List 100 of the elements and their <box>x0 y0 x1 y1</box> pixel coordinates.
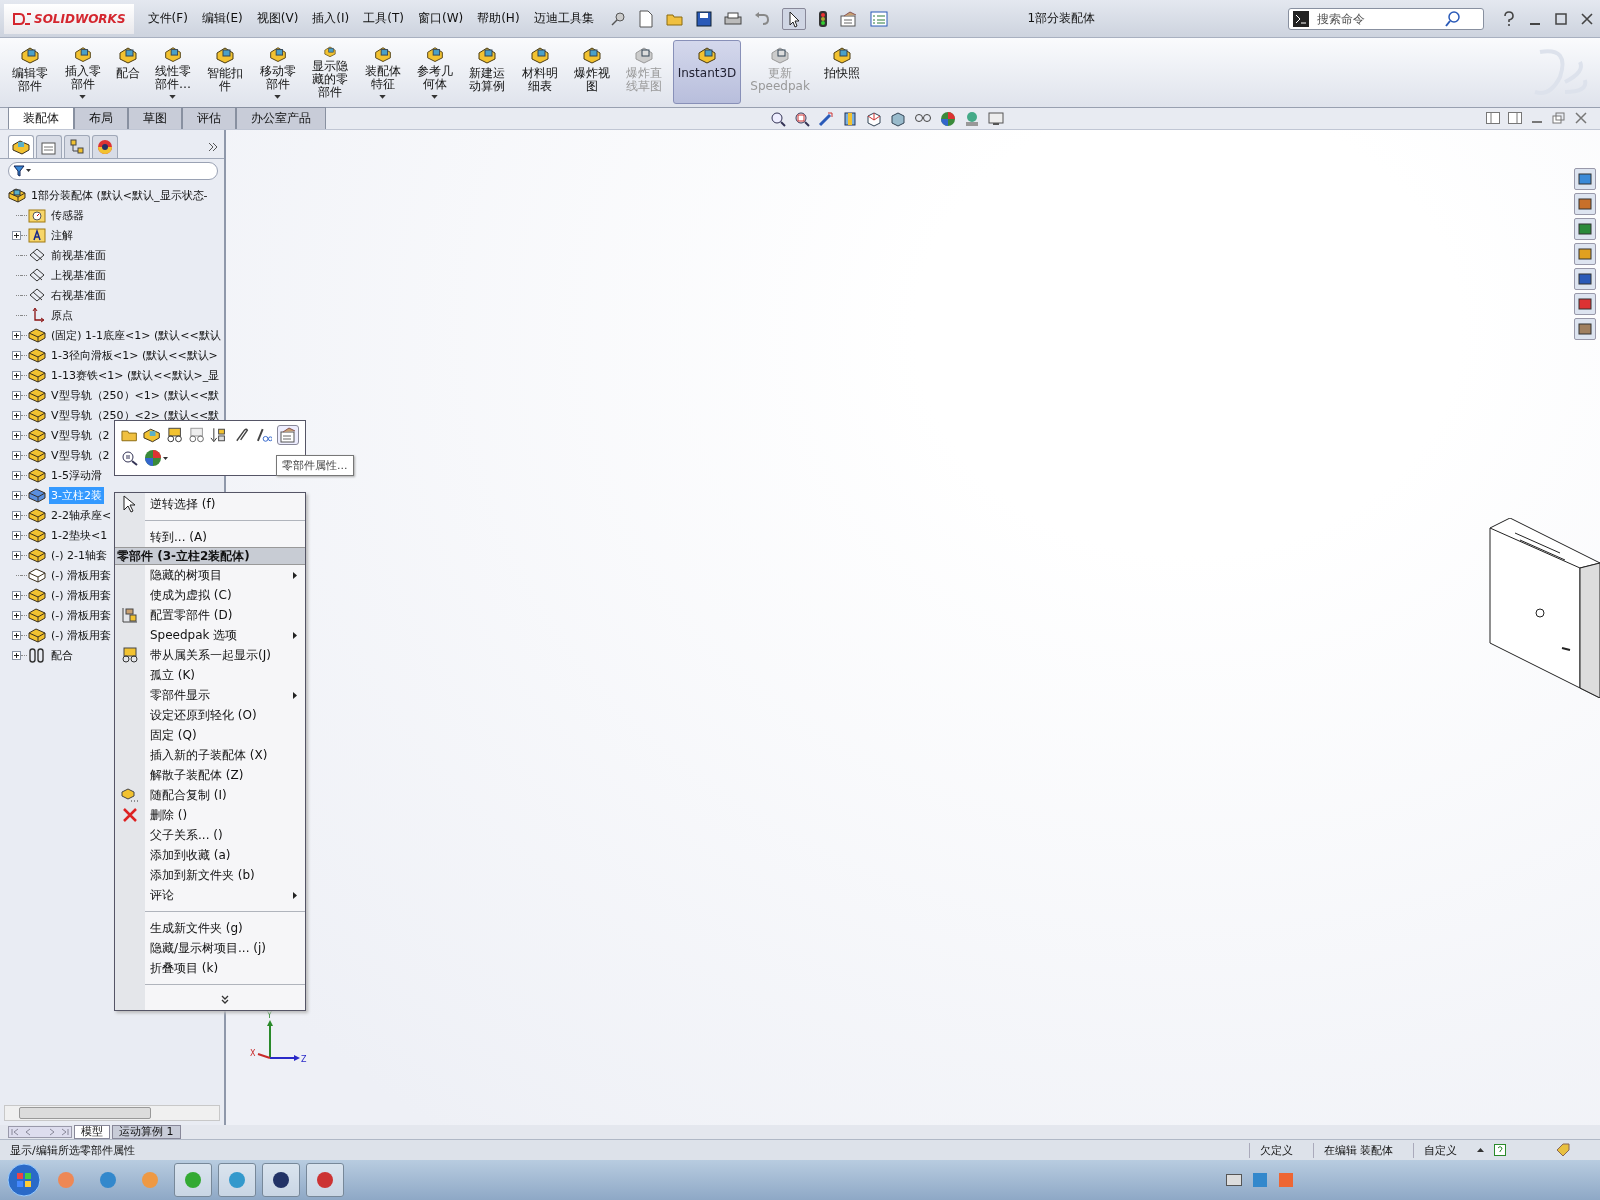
tree-item[interactable]: (-) 滑板用套 <box>49 586 114 604</box>
ribbon-button[interactable]: 新建运动算例 <box>463 40 512 104</box>
component-properties-button[interactable] <box>276 425 299 445</box>
sort-arrow-icon[interactable] <box>210 427 228 443</box>
tree-item[interactable]: (-) 滑板用套 <box>49 566 114 584</box>
menu-item[interactable]: 迈迪工具集 <box>529 8 598 29</box>
part-icon[interactable] <box>143 427 161 443</box>
tree-item[interactable]: (-) 滑板用套 <box>49 626 114 644</box>
ribbon-button[interactable]: 装配体特征 <box>358 40 407 104</box>
expand-toggle[interactable] <box>12 430 21 440</box>
expand-toggle[interactable] <box>12 470 21 480</box>
expand-toggle[interactable] <box>12 410 21 420</box>
tree-item[interactable]: 注解 <box>49 226 75 244</box>
tree-item[interactable]: 原点 <box>49 306 75 324</box>
menu-item[interactable]: 编辑(E) <box>197 8 247 29</box>
traffic-light-icon[interactable] <box>817 9 828 28</box>
task-pane-tab[interactable] <box>1574 218 1596 240</box>
command-tab[interactable]: 办公室产品 <box>236 107 326 129</box>
tree-item[interactable]: (-) 2-1轴套 <box>49 546 109 564</box>
tree-item[interactable]: 配合 <box>49 646 75 664</box>
pane-left-icon[interactable] <box>1486 112 1500 124</box>
menu-item[interactable]: 固定 (Q) <box>145 726 197 744</box>
menu-item[interactable]: 零部件显示 <box>145 686 210 704</box>
tree-item[interactable]: 1-13赛铁<1> (默认<<默认>_显 <box>49 366 222 384</box>
save-icon[interactable] <box>695 10 712 27</box>
pencil-arrows-icon[interactable] <box>818 111 834 127</box>
maximize-icon[interactable] <box>1554 11 1568 26</box>
caret-icon[interactable] <box>79 95 87 99</box>
menu-item[interactable]: 添加到新文件夹 (b) <box>145 866 255 884</box>
task-pane-tab[interactable] <box>1574 318 1596 340</box>
show-part-icon[interactable] <box>165 427 183 443</box>
filter-field[interactable] <box>8 162 218 180</box>
expand-chevron-icon[interactable] <box>221 995 229 1005</box>
taskbar-button[interactable] <box>306 1163 344 1197</box>
command-tab[interactable]: 草图 <box>128 107 182 129</box>
menu-item[interactable]: 转到... (A) <box>145 528 207 546</box>
tag-icon[interactable] <box>1556 1143 1570 1157</box>
menu-item[interactable]: 逆转选择 (f) <box>145 495 216 513</box>
ribbon-button[interactable]: Instant3D <box>672 40 742 104</box>
zoom-fit-icon[interactable] <box>770 111 786 127</box>
appearance-sphere-icon[interactable] <box>940 111 956 127</box>
new-document-icon[interactable] <box>637 9 654 28</box>
caret-icon[interactable] <box>1477 1148 1484 1152</box>
display-style-icon[interactable] <box>890 111 906 127</box>
keyboard-icon[interactable] <box>1226 1174 1242 1186</box>
menu-item[interactable]: 带从属关系一起显示(J) <box>145 646 271 664</box>
tree-item[interactable]: V型导轨（2 <box>49 446 112 464</box>
ribbon-button[interactable]: 编辑零部件 <box>6 40 55 104</box>
menu-item[interactable]: 隐藏/显示树项目... (j) <box>145 939 266 957</box>
expand-toggle[interactable] <box>12 350 21 360</box>
tree-item[interactable]: V型导轨（2 <box>49 426 112 444</box>
ribbon-button[interactable]: 移动零部件 <box>253 40 302 104</box>
zoom-to-selection-icon[interactable] <box>121 450 139 466</box>
start-button[interactable] <box>6 1162 42 1198</box>
expand-toggle[interactable] <box>12 490 21 500</box>
double-chevron-icon[interactable] <box>208 142 218 152</box>
menu-item[interactable]: 使成为虚拟 (C) <box>145 586 232 604</box>
caret-icon[interactable] <box>431 95 439 99</box>
menu-item[interactable]: 折叠项目 (k) <box>145 959 219 977</box>
menu-item[interactable]: 隐藏的树项目 <box>145 566 222 584</box>
caret-icon[interactable] <box>169 95 177 99</box>
menu-item[interactable]: 生成新文件夹 (g) <box>145 919 243 937</box>
task-pane-tab[interactable] <box>1574 168 1596 190</box>
command-tab[interactable]: 布局 <box>74 107 128 129</box>
units-selector[interactable]: 自定义 <box>1413 1142 1467 1158</box>
expand-toggle[interactable] <box>12 390 21 400</box>
ribbon-button[interactable]: 拍快照 <box>818 40 865 104</box>
ribbon-button[interactable]: 插入零部件 <box>58 40 107 104</box>
task-pane-tab[interactable] <box>1574 268 1596 290</box>
help-icon[interactable] <box>1502 10 1516 27</box>
model-tab[interactable]: 模型 <box>74 1125 110 1139</box>
menu-item[interactable]: 窗口(W) <box>413 8 468 29</box>
menu-item[interactable]: 随配合复制 (I) <box>145 786 227 804</box>
menu-item[interactable]: 工具(T) <box>359 8 408 29</box>
tree-item[interactable]: 1-2垫块<1 <box>49 526 110 544</box>
menu-item[interactable]: 孤立 (K) <box>145 666 196 684</box>
view-orientation-icon[interactable] <box>866 111 882 127</box>
expand-toggle[interactable] <box>12 230 21 240</box>
ribbon-button[interactable]: 显示隐藏的零部件 <box>305 40 355 104</box>
tree-item[interactable]: V型导轨（250）<2> (默认<<默 <box>49 406 222 424</box>
tree-item[interactable]: 1-5浮动滑 <box>49 466 104 484</box>
select-cursor-icon[interactable] <box>781 7 806 30</box>
ribbon-button[interactable]: 智能扣件 <box>201 40 250 104</box>
expand-toggle[interactable] <box>12 610 21 620</box>
tree-item[interactable]: 1-3径向滑板<1> (默认<<默认> <box>49 346 220 364</box>
tree-item[interactable]: 1部分装配体 (默认<默认_显示状态- <box>29 186 210 204</box>
close-icon[interactable] <box>1574 112 1588 124</box>
menu-item[interactable]: 帮助(H) <box>473 8 524 29</box>
ribbon-button[interactable]: 材料明细表 <box>515 40 564 104</box>
search-box[interactable]: 搜索命令 <box>1288 7 1484 30</box>
zoom-area-icon[interactable] <box>794 111 810 127</box>
section-view-icon[interactable] <box>842 111 858 127</box>
menu-item[interactable]: 评论 <box>145 886 174 904</box>
close-icon[interactable] <box>1580 11 1594 26</box>
caret-icon[interactable] <box>274 95 282 99</box>
help-icon[interactable] <box>1494 1144 1506 1156</box>
tree-item[interactable]: (固定) 1-1底座<1> (默认<<默认 <box>49 326 223 344</box>
menu-item[interactable]: Speedpak 选项 <box>145 626 238 644</box>
expand-toggle[interactable] <box>12 590 21 600</box>
command-tab[interactable]: 装配体 <box>8 107 74 129</box>
